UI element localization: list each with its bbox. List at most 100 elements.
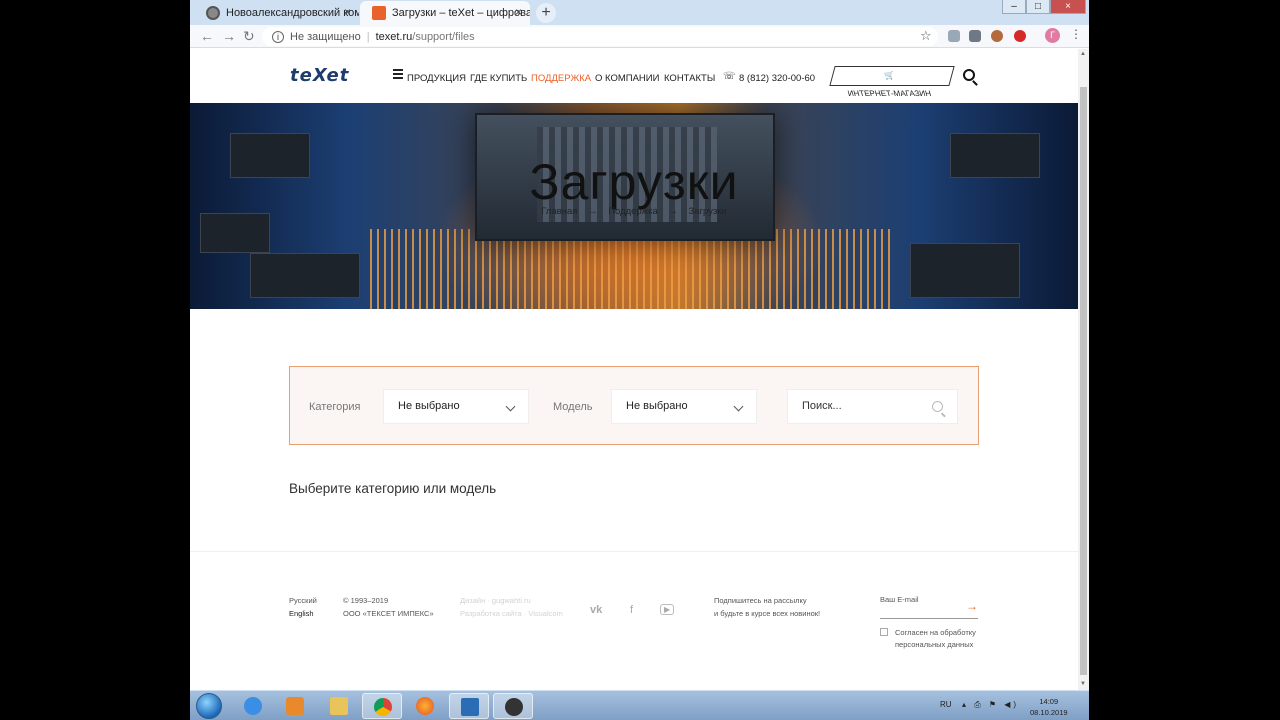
security-label: Не защищено bbox=[290, 30, 361, 43]
address-bar[interactable]: i Не защищено | texet.ru /support/files bbox=[262, 27, 938, 46]
online-shop-button[interactable]: 🛒 ИНТЕРНЕТ-МАГАЗИН bbox=[829, 66, 955, 98]
circuit-traces bbox=[370, 229, 890, 309]
circuit-component bbox=[250, 253, 360, 298]
info-icon[interactable]: i bbox=[272, 30, 284, 43]
windows-taskbar: RU ▴ ⎙ ⚑ ◀) 14:09 08.10.2019 bbox=[190, 690, 1089, 720]
mail-taskbar-icon[interactable] bbox=[449, 693, 489, 719]
browser-menu-icon[interactable]: ⋮ bbox=[1070, 27, 1082, 41]
subscribe-text-2: и будьте в курсе всех новинок! bbox=[714, 609, 821, 618]
site-footer: Русский English © 1993–2019 ООО «ТЕКСЕТ … bbox=[190, 551, 1078, 690]
window-controls: – □ × bbox=[1002, 0, 1086, 14]
breadcrumb-support[interactable]: Поддержка bbox=[608, 206, 658, 217]
nav-where-to-buy[interactable]: ГДЕ КУПИТЬ bbox=[470, 73, 527, 84]
ie-taskbar-icon[interactable] bbox=[233, 693, 273, 719]
model-select[interactable]: Не выбрано bbox=[611, 389, 757, 424]
search-icon[interactable] bbox=[963, 69, 975, 81]
address-separator: | bbox=[366, 30, 370, 43]
breadcrumb-separator: → bbox=[668, 206, 678, 217]
search-icon[interactable] bbox=[932, 401, 943, 412]
model-value: Не выбрано bbox=[626, 400, 688, 412]
cart-icon: 🛒 bbox=[883, 71, 896, 80]
browser-window: Новоалександровский комплекс × Загрузки … bbox=[190, 0, 1089, 690]
nav-about[interactable]: О КОМПАНИИ bbox=[595, 73, 659, 84]
copyright: © 1993–2019 bbox=[343, 596, 389, 605]
consent-label-2: персональных данных bbox=[895, 640, 974, 649]
new-tab-button[interactable]: + bbox=[536, 3, 556, 23]
browser-toolbar: ← → ↻ i Не защищено | texet.ru /support/… bbox=[190, 25, 1089, 48]
clock[interactable]: 14:09 08.10.2019 bbox=[1030, 696, 1068, 718]
facebook-icon[interactable]: f bbox=[630, 604, 633, 616]
scroll-thumb[interactable] bbox=[1080, 87, 1087, 675]
minimize-button[interactable]: – bbox=[1002, 0, 1026, 14]
subscribe-text: Подпишитесь на рассылку bbox=[714, 596, 807, 605]
maximize-button[interactable]: □ bbox=[1026, 0, 1050, 14]
design-credit[interactable]: Дизайн · gugwahti.ru bbox=[460, 596, 531, 605]
lang-russian[interactable]: Русский bbox=[289, 596, 317, 605]
language-indicator[interactable]: RU bbox=[940, 700, 952, 709]
lang-english[interactable]: English bbox=[289, 609, 314, 618]
breadcrumb-home[interactable]: Главная bbox=[541, 206, 577, 217]
texet-logo[interactable]: teXet bbox=[290, 65, 349, 86]
breadcrumb: Главная → Поддержка → Загрузки bbox=[190, 206, 1078, 217]
firefox-taskbar-icon[interactable] bbox=[405, 693, 445, 719]
shop-label-text: ИНТЕРНЕТ-МАГАЗИН bbox=[846, 89, 933, 98]
globe-icon bbox=[206, 6, 220, 20]
extension-avatar-icon[interactable] bbox=[991, 30, 1003, 42]
youtube-icon[interactable]: ▶ bbox=[660, 604, 675, 615]
tab-texet-downloads[interactable]: Загрузки – teXet – цифровая техника × bbox=[360, 1, 530, 25]
chrome-taskbar-icon[interactable] bbox=[362, 693, 402, 719]
empty-state-message: Выберите категорию или модель bbox=[289, 481, 497, 496]
download-filter: Категория Не выбрано Модель Не выбрано П… bbox=[289, 366, 979, 445]
search-placeholder: Поиск... bbox=[802, 400, 842, 412]
app-taskbar-icon[interactable] bbox=[493, 693, 533, 719]
burger-menu-icon[interactable] bbox=[393, 69, 403, 81]
extension-shield-icon[interactable] bbox=[948, 30, 960, 42]
tab-close-icon[interactable]: × bbox=[344, 5, 351, 19]
close-window-button[interactable]: × bbox=[1050, 0, 1086, 14]
bookmark-star-icon[interactable]: ☆ bbox=[920, 28, 932, 44]
breadcrumb-separator: → bbox=[588, 206, 598, 217]
forward-button[interactable]: → bbox=[222, 28, 236, 44]
phone-number[interactable]: 8 (812) 320-00-60 bbox=[739, 73, 815, 84]
tab-novoaleksandrovsky[interactable]: Новоалександровский комплекс × bbox=[194, 1, 359, 25]
page-scrollbar[interactable]: ▲ ▼ bbox=[1078, 49, 1089, 690]
profile-avatar[interactable]: Г bbox=[1045, 28, 1060, 43]
tab-close-icon[interactable]: × bbox=[515, 5, 522, 19]
clock-date: 08.10.2019 bbox=[1030, 708, 1068, 717]
site-header: teXet ПРОДУКЦИЯ ГДЕ КУПИТЬ ПОДДЕРЖКА О К… bbox=[190, 49, 1078, 103]
nav-support[interactable]: ПОДДЕРЖКА bbox=[531, 73, 591, 84]
circuit-component bbox=[200, 213, 270, 253]
circuit-component bbox=[910, 243, 1020, 298]
page-title: Загрузки bbox=[529, 154, 739, 210]
arrow-right-icon[interactable]: → bbox=[966, 599, 978, 613]
reload-button[interactable]: ↻ bbox=[243, 28, 255, 45]
opera-icon[interactable] bbox=[1014, 30, 1026, 42]
system-tray-icons[interactable]: ▴ ⎙ ⚑ ◀) bbox=[962, 700, 1019, 710]
extension-cast-icon[interactable] bbox=[969, 30, 981, 42]
hero-banner: Загрузки Главная → Поддержка → Загрузки bbox=[190, 103, 1078, 309]
category-label: Категория bbox=[309, 401, 361, 413]
email-input[interactable]: Ваш E-mail bbox=[880, 595, 919, 604]
nav-products[interactable]: ПРОДУКЦИЯ bbox=[407, 73, 466, 84]
back-button[interactable]: ← bbox=[200, 28, 214, 44]
model-label: Модель bbox=[553, 401, 593, 413]
media-player-taskbar-icon[interactable] bbox=[275, 693, 315, 719]
explorer-taskbar-icon[interactable] bbox=[319, 693, 359, 719]
scroll-up-icon[interactable]: ▲ bbox=[1080, 51, 1086, 57]
chevron-down-icon bbox=[505, 401, 516, 412]
category-select[interactable]: Не выбрано bbox=[383, 389, 529, 424]
texet-favicon-icon bbox=[372, 6, 386, 20]
url-host: texet.ru bbox=[375, 30, 413, 43]
shop-label: 🛒 ИНТЕРНЕТ-МАГАЗИН bbox=[831, 67, 949, 103]
company-name: ООО «ТЕКСЕТ ИМПЕКС» bbox=[343, 609, 434, 618]
vk-icon[interactable]: vk bbox=[590, 604, 602, 616]
nav-contacts[interactable]: КОНТАКТЫ bbox=[664, 73, 715, 84]
consent-checkbox[interactable] bbox=[880, 628, 888, 636]
clock-time: 14:09 bbox=[1039, 697, 1059, 706]
category-value: Не выбрано bbox=[398, 400, 460, 412]
dev-credit[interactable]: Разработка сайта · Visualcom bbox=[460, 609, 563, 618]
search-input[interactable]: Поиск... bbox=[787, 389, 958, 424]
email-underline bbox=[880, 618, 978, 619]
scroll-down-icon[interactable]: ▼ bbox=[1080, 681, 1086, 687]
start-button[interactable] bbox=[196, 693, 222, 719]
